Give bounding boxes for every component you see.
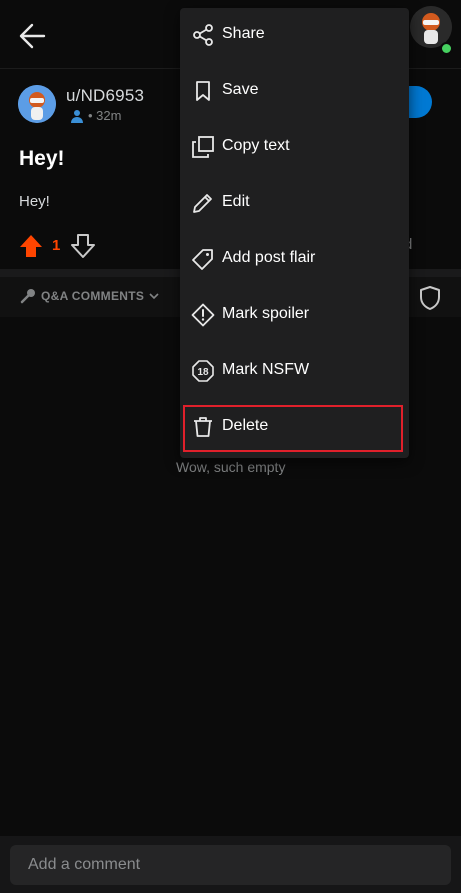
menu-item-label: Mark NSFW (222, 361, 310, 378)
pencil-icon (190, 190, 216, 216)
comment-sort-label: Q&A COMMENTS (41, 289, 145, 303)
menu-item-edit[interactable]: Edit (180, 176, 409, 232)
menu-item-label: Share (222, 25, 265, 42)
post-meta: • 32m (70, 108, 121, 123)
downvote-icon[interactable] (70, 233, 96, 259)
menu-item-copy-text[interactable]: Copy text (180, 120, 409, 176)
nsfw-18-icon: 18 (190, 358, 216, 384)
microphone-icon (20, 288, 36, 304)
menu-item-label: Edit (222, 193, 250, 210)
menu-item-mark-nsfw[interactable]: 18 Mark NSFW (180, 344, 409, 400)
upvote-icon[interactable] (18, 233, 44, 259)
menu-item-label: Add post flair (222, 249, 316, 266)
post-time: • 32m (88, 108, 122, 123)
empty-comments-text: Wow, such empty (176, 459, 286, 475)
svg-text:18: 18 (197, 367, 209, 378)
tag-icon (190, 246, 216, 272)
bookmark-icon (190, 78, 216, 104)
post-author-avatar[interactable] (18, 85, 56, 123)
alert-icon (190, 302, 216, 328)
menu-item-label: Copy text (222, 137, 290, 154)
share-icon (190, 22, 216, 48)
post-body: Hey! (19, 193, 50, 210)
menu-item-add-post-flair[interactable]: Add post flair (180, 232, 409, 288)
copy-icon (190, 134, 216, 160)
add-comment-placeholder: Add a comment (28, 856, 141, 873)
back-arrow-icon[interactable] (16, 20, 50, 52)
post-title: Hey! (19, 147, 65, 170)
menu-item-label: Mark spoiler (222, 305, 310, 322)
menu-item-label: Save (222, 81, 259, 98)
post-options-menu: Share Save Copy text Edit Add post flair… (180, 8, 409, 458)
mod-shield-icon[interactable] (418, 285, 442, 311)
post-author-username[interactable]: u/ND6953 (66, 86, 144, 106)
vote-score: 1 (52, 237, 61, 254)
online-status-dot (440, 42, 453, 55)
delete-highlight-box (183, 405, 403, 452)
menu-item-save[interactable]: Save (180, 64, 409, 120)
menu-item-mark-spoiler[interactable]: Mark spoiler (180, 288, 409, 344)
menu-item-share[interactable]: Share (180, 8, 409, 64)
chevron-down-icon (149, 292, 159, 300)
person-icon (70, 109, 84, 123)
comment-sort-dropdown[interactable]: Q&A COMMENTS (20, 288, 159, 304)
